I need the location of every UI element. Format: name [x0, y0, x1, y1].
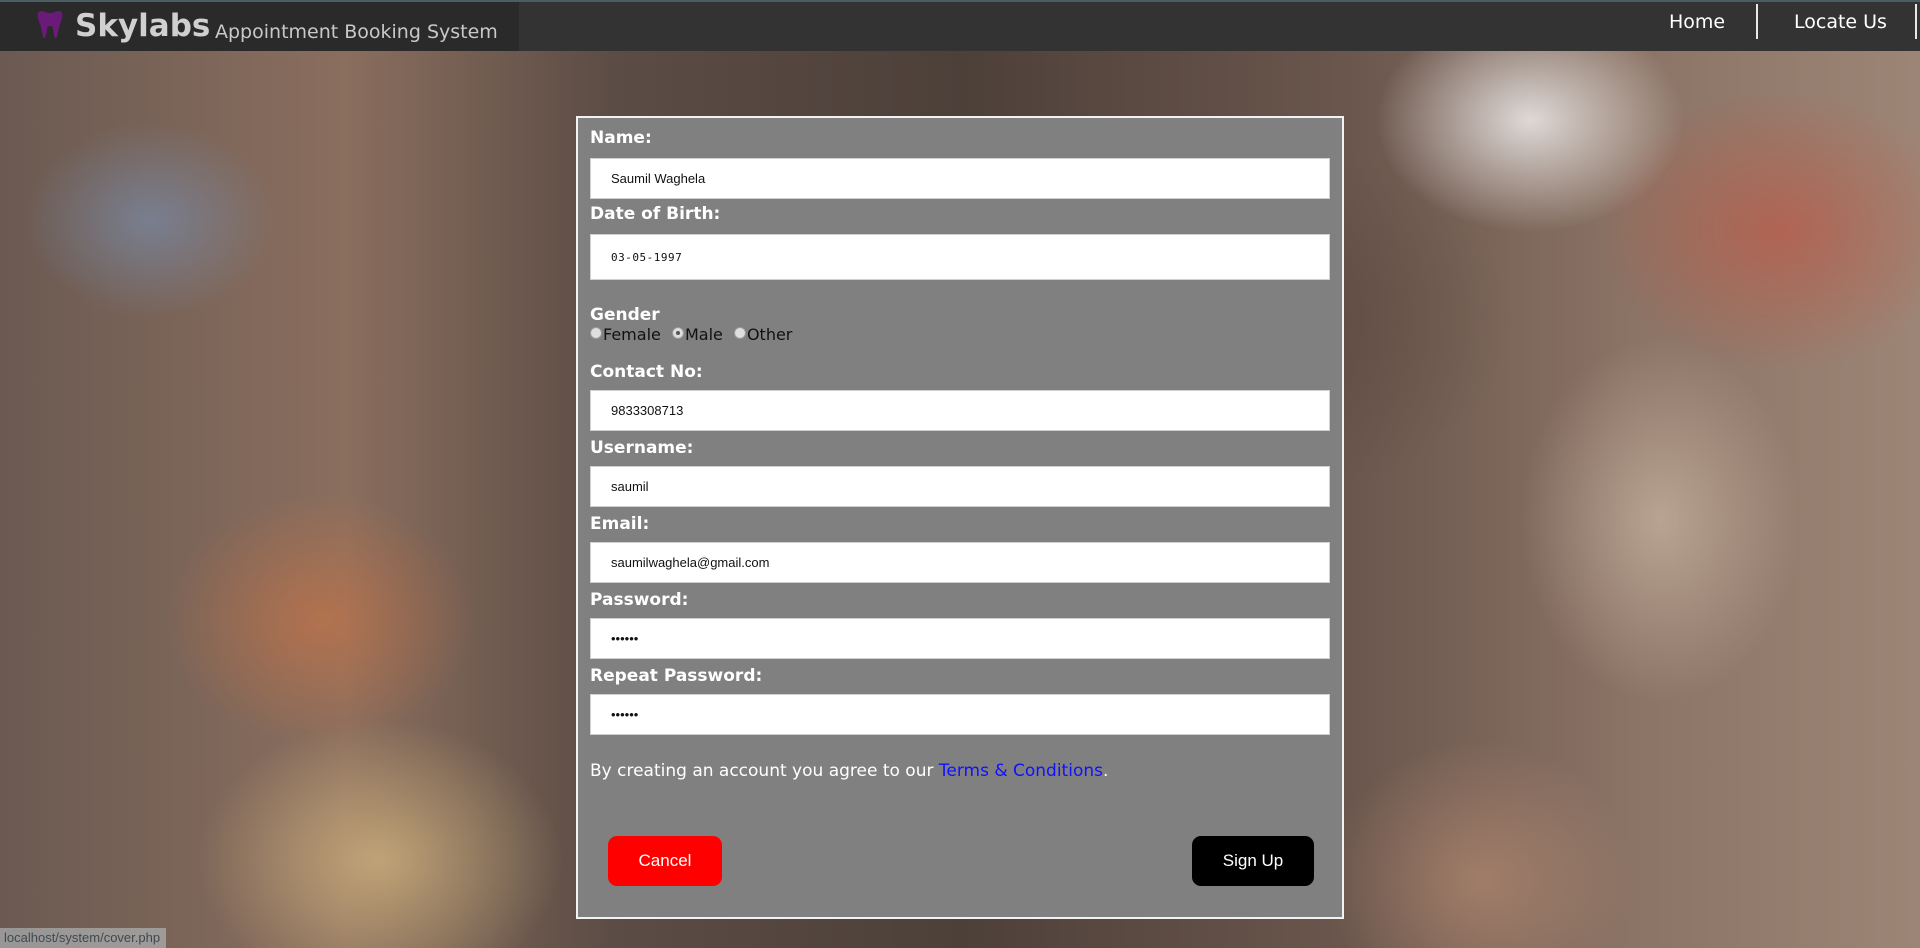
repeat-password-label: Repeat Password:	[590, 666, 763, 686]
username-input[interactable]	[590, 466, 1330, 507]
password-label: Password:	[590, 590, 689, 610]
cancel-button[interactable]: Cancel	[608, 836, 722, 886]
contact-input[interactable]	[590, 390, 1330, 431]
gender-male-radio[interactable]	[671, 327, 684, 339]
name-label: Name:	[590, 128, 652, 148]
password-input[interactable]	[590, 618, 1330, 659]
email-input[interactable]	[590, 542, 1330, 583]
dob-label: Date of Birth:	[590, 204, 721, 224]
gender-label: Gender	[590, 305, 660, 325]
repeat-password-input[interactable]	[590, 694, 1330, 735]
terms-notice: By creating an account you agree to our …	[590, 761, 1108, 781]
contact-label: Contact No:	[590, 362, 703, 382]
gender-male-label: Male	[684, 325, 723, 344]
brand-name: Skylabs	[75, 8, 211, 44]
gender-female-label: Female	[603, 325, 661, 344]
status-bar-url: localhost/system/cover.php	[0, 928, 167, 948]
signup-button[interactable]: Sign Up	[1192, 836, 1314, 886]
gender-female-radio[interactable]	[590, 327, 602, 339]
terms-link[interactable]: Terms & Conditions	[939, 761, 1103, 781]
top-navbar: Skylabs Appointment Booking System Home …	[0, 0, 1920, 51]
brand-subtitle: Appointment Booking System	[215, 21, 498, 43]
gender-radio-group: Female Male Other	[590, 325, 798, 345]
dob-input[interactable]	[590, 234, 1330, 280]
gender-other-radio[interactable]	[733, 327, 746, 339]
nav-home-link[interactable]: Home	[1669, 11, 1725, 33]
name-input[interactable]	[590, 158, 1330, 199]
terms-suffix: .	[1102, 761, 1109, 781]
signup-form: Name: Date of Birth: Gender Female Male …	[576, 116, 1344, 919]
brand: Skylabs Appointment Booking System	[0, 2, 519, 51]
gender-other-label: Other	[746, 325, 793, 344]
tooth-icon	[37, 11, 63, 39]
username-label: Username:	[590, 438, 694, 458]
nav-locate-us-link[interactable]: Locate Us	[1794, 11, 1887, 33]
nav-divider-right	[1915, 4, 1917, 39]
terms-prefix: By creating an account you agree to our	[590, 761, 939, 781]
nav-divider	[1756, 4, 1758, 39]
email-label: Email:	[590, 514, 650, 534]
